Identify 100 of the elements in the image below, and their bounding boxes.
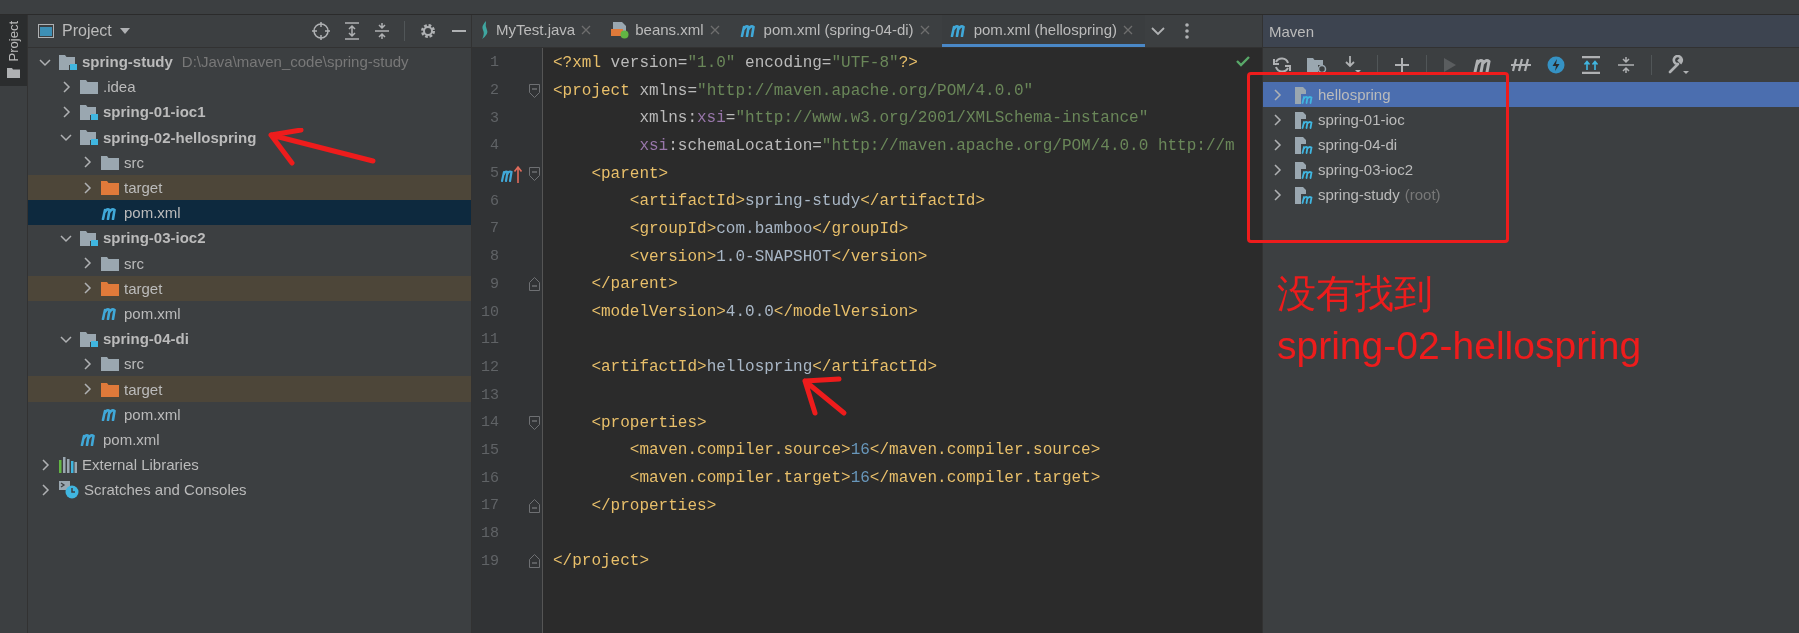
- item-label: .idea: [103, 78, 136, 96]
- tree-item[interactable]: src: [28, 149, 471, 175]
- refresh-icon[interactable]: [1273, 56, 1291, 74]
- chevron-down-icon[interactable]: [1151, 26, 1165, 36]
- project-view-dropdown[interactable]: Project: [38, 22, 130, 40]
- maven-file-icon: [101, 306, 119, 321]
- module-folder-icon: [80, 103, 98, 120]
- code-line: xsi:schemaLocation="http://maven.apache.org/POM/4.0.0 http://m: [639, 136, 1235, 155]
- module-folder-icon: [80, 129, 98, 146]
- item-label: spring-study: [82, 53, 173, 71]
- item-label: spring-02-hellospring: [103, 128, 257, 146]
- maven-file-icon: [80, 432, 98, 447]
- code-line: <properties>: [590, 413, 707, 432]
- panel-title: Maven: [1269, 22, 1315, 40]
- maven-up-arrow-icon[interactable]: [501, 164, 525, 183]
- code-line: <version>1.0-SNAPSHOT</version>: [628, 247, 928, 266]
- maven-project-icon: [1295, 160, 1313, 179]
- maven-project-icon: [1295, 185, 1313, 204]
- settings-icon[interactable]: [419, 22, 437, 40]
- tree-item[interactable]: target: [28, 275, 471, 301]
- tree-item[interactable]: target: [28, 376, 471, 402]
- item-label: src: [124, 355, 144, 373]
- expand-all-icon[interactable]: [344, 22, 360, 40]
- expand-all-icon[interactable]: [1581, 56, 1601, 74]
- folder-icon: [101, 356, 119, 372]
- item-label: src: [124, 153, 144, 171]
- tree-item[interactable]: src: [28, 351, 471, 377]
- maven-file-icon: [949, 22, 968, 37]
- maven-project-item[interactable]: spring-01-ioc: [1263, 107, 1799, 132]
- tree-item[interactable]: External Libraries: [28, 452, 471, 478]
- crosshair-icon[interactable]: [312, 22, 330, 40]
- run-icon[interactable]: [1443, 57, 1457, 73]
- plus-icon[interactable]: [1394, 57, 1410, 73]
- maven-project-icon: [1295, 135, 1313, 154]
- more-vertical-icon[interactable]: [1185, 23, 1189, 39]
- annotation-text: spring-02-hellospring: [1277, 323, 1642, 369]
- maven-file-icon: [101, 407, 119, 422]
- tree-item[interactable]: pom.xml: [28, 426, 471, 452]
- fold-marker-icon[interactable]: [528, 166, 540, 181]
- fold-marker-icon[interactable]: [528, 554, 540, 569]
- maven-file-icon: [739, 22, 758, 37]
- fold-marker-icon[interactable]: [528, 415, 540, 430]
- item-label: Scratches and Consoles: [84, 481, 247, 499]
- maven-project-item[interactable]: spring-study (root): [1263, 182, 1799, 207]
- editor-tab[interactable]: MyTest.java: [472, 15, 604, 47]
- library-bars-icon: [59, 456, 77, 473]
- tree-item[interactable]: src: [28, 250, 471, 276]
- tree-item[interactable]: spring-04-di: [28, 326, 471, 352]
- code-line: <maven.compiler.target>16</maven.compiler.target>: [628, 469, 1101, 488]
- item-label: spring-03-ioc2: [103, 229, 206, 247]
- tree-item[interactable]: spring-study D:\Java\maven_code\spring-study: [28, 49, 471, 75]
- fold-marker-icon[interactable]: [528, 498, 540, 513]
- folder-gear-icon[interactable]: [1307, 56, 1327, 74]
- tree-item[interactable]: spring-02-hellospring: [28, 124, 471, 150]
- tree-item[interactable]: pom.xml: [28, 200, 471, 226]
- code-line: <?xml version="1.0" encoding="UTF-8"?>: [553, 53, 918, 72]
- maven-project-item[interactable]: spring-04-di: [1263, 132, 1799, 157]
- tree-item[interactable]: target: [28, 174, 471, 201]
- download-icon[interactable]: [1343, 55, 1361, 75]
- annotation-text: 没有找到: [1277, 271, 1433, 317]
- module-folder-icon: [80, 229, 98, 246]
- code-line: </parent>: [590, 275, 678, 294]
- editor-tab[interactable]: beans.xml: [603, 15, 732, 47]
- code-line: <maven.compiler.source>16</maven.compiler.source>: [628, 441, 1101, 460]
- collapse-all-icon[interactable]: [1617, 56, 1635, 74]
- tree-item[interactable]: pom.xml: [28, 300, 471, 327]
- fold-marker-icon[interactable]: [528, 277, 540, 292]
- module-folder-icon: [59, 53, 77, 70]
- code-line: </properties>: [590, 496, 717, 515]
- editor-tab[interactable]: pom.xml (spring-04-di): [731, 15, 942, 47]
- caret-icon: [119, 28, 130, 34]
- fold-marker-icon[interactable]: [528, 83, 540, 98]
- maven-project-item[interactable]: spring-03-ioc2: [1263, 157, 1799, 182]
- console-clock-icon: [59, 480, 79, 499]
- item-label: target: [124, 179, 163, 197]
- tree-item[interactable]: spring-01-ioc1: [28, 99, 471, 125]
- code-line: <modelVersion>4.0.0</modelVersion>: [590, 303, 918, 322]
- item-label: src: [124, 254, 144, 272]
- wrench-icon[interactable]: [1668, 55, 1690, 75]
- project-tool-tab[interactable]: Project: [0, 15, 27, 87]
- item-path: D:\Java\maven_code\spring-study: [181, 53, 409, 71]
- folder-icon: [101, 381, 119, 397]
- tree-item[interactable]: .idea: [28, 74, 471, 100]
- lightning-icon[interactable]: [1547, 56, 1565, 74]
- skip-tests-icon[interactable]: [1511, 56, 1531, 74]
- collapse-all-icon[interactable]: [374, 22, 390, 40]
- tree-item[interactable]: Scratches and Consoles: [28, 477, 471, 503]
- maven-file-icon: [101, 205, 119, 220]
- folder-icon: [101, 280, 119, 296]
- maven-project-icon: [1295, 110, 1313, 129]
- code-line: xmlns:xsi="http://www.w3.org/2001/XMLSchema-instance": [639, 109, 1149, 128]
- folder-icon: [80, 79, 98, 95]
- folder-icon: [101, 180, 119, 196]
- item-label: pom.xml: [124, 304, 181, 322]
- tree-item[interactable]: spring-03-ioc2: [28, 225, 471, 251]
- module-folder-icon: [80, 330, 98, 347]
- tree-item[interactable]: pom.xml: [28, 401, 471, 427]
- window-icon: [38, 24, 54, 38]
- root-note: (root): [1404, 186, 1441, 203]
- item-label: pom.xml: [103, 430, 160, 448]
